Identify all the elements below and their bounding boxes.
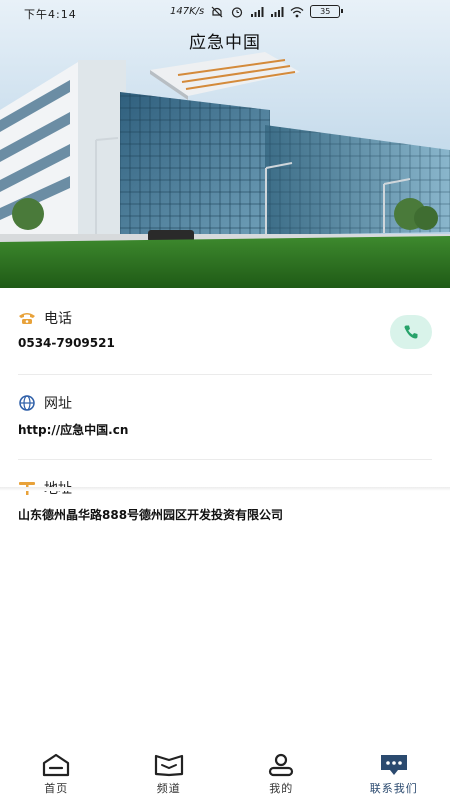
alarm-icon [232, 6, 243, 18]
battery-icon: 35 [310, 5, 344, 18]
tab-channel[interactable]: 频道 [113, 745, 226, 800]
status-time: 下午4:14 [24, 8, 77, 21]
tab-contact-us[interactable]: 联系我们 [338, 745, 450, 800]
phone-number[interactable]: 0534-7909521 [18, 336, 432, 350]
phone-label: 电话 [44, 311, 72, 327]
tab-mine-label: 我的 [269, 782, 294, 795]
globe-icon [19, 395, 35, 411]
telephone-icon [19, 313, 35, 324]
chat-icon [380, 755, 407, 775]
signal-icon-2 [271, 6, 284, 17]
tab-home-label: 首页 [44, 782, 69, 795]
network-speed: 147K/s [170, 6, 205, 17]
hero-banner: 下午4:14 147K/s 35 应急中国 [0, 0, 450, 288]
phone-section: 电话 0534-7909521 [18, 288, 432, 375]
home-icon [43, 753, 70, 777]
tab-channel-label: 频道 [156, 782, 181, 795]
website-section: 网址 http://应急中国.cn [18, 375, 432, 460]
call-button[interactable] [390, 315, 432, 349]
signal-icon [251, 6, 264, 17]
address-section: 地址 山东德州晶华路888号德州园区开发投资有限公司 [18, 460, 432, 544]
book-icon [154, 754, 183, 777]
tab-mine[interactable]: 我的 [225, 745, 338, 800]
mute-alarm-icon [211, 6, 223, 17]
user-icon [269, 753, 294, 777]
address-text: 山东德州晶华路888号德州园区开发投资有限公司 [18, 508, 284, 522]
status-icons: 147K/s 35 [170, 5, 344, 18]
bottom-tab-bar: 首页 频道 我的 联系我们 [0, 745, 450, 800]
wifi-icon [290, 6, 304, 17]
website-url[interactable]: http://应急中国.cn [18, 421, 432, 438]
website-label: 网址 [44, 396, 72, 412]
tab-home[interactable]: 首页 [0, 745, 113, 800]
tab-contact-us-label: 联系我们 [369, 782, 418, 795]
page-title: 应急中国 [189, 33, 261, 53]
status-bar: 下午4:14 147K/s 35 [0, 0, 450, 24]
section-divider [0, 487, 450, 491]
contact-info: 电话 0534-7909521 网址 http://应急中国.cn 山东德州晶华… [0, 288, 450, 544]
phone-call-icon [404, 325, 418, 339]
